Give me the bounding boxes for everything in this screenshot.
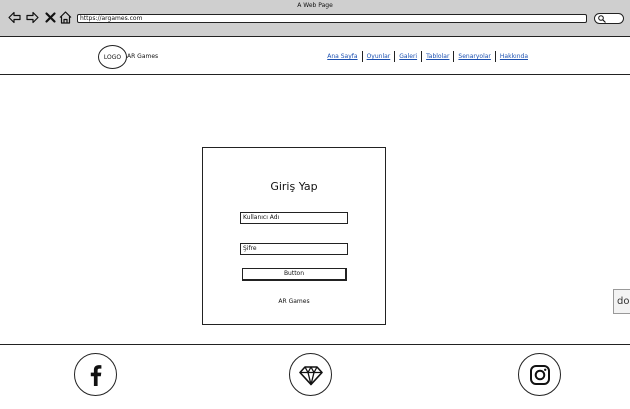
instagram-icon	[529, 364, 550, 385]
login-title: Giriş Yap	[270, 180, 318, 193]
menu-item-oyunlar[interactable]: Oyunlar	[363, 51, 395, 62]
brand-name: AR Games	[127, 53, 159, 60]
site-header: LOGO AR Games Ana Sayfa Oyunlar Galeri T…	[0, 37, 630, 75]
browser-search-box[interactable]	[594, 13, 624, 24]
instagram-link[interactable]	[518, 353, 561, 396]
diamond-link[interactable]	[289, 353, 332, 396]
menu-item-tablolar[interactable]: Tablolar	[422, 51, 453, 62]
close-icon[interactable]	[44, 11, 57, 24]
menu-item-galeri[interactable]: Galeri	[395, 51, 421, 62]
url-input[interactable]: https://argames.com	[77, 14, 587, 23]
forward-arrow-icon[interactable]	[26, 11, 39, 24]
search-icon	[598, 15, 606, 23]
menu-item-hakkinda[interactable]: Hakkında	[496, 51, 532, 62]
menu-item-ana-sayfa[interactable]: Ana Sayfa	[323, 51, 361, 62]
main-content: Giriş Yap Kullanıcı Adı Şifre Button AR …	[0, 75, 630, 345]
facebook-icon	[90, 364, 101, 386]
main-menu: Ana Sayfa Oyunlar Galeri Tablolar Senary…	[323, 51, 532, 62]
menu-item-senaryolar[interactable]: Senaryolar	[454, 51, 494, 62]
browser-chrome: A Web Page https://argames.com	[0, 0, 630, 37]
home-icon[interactable]	[59, 11, 72, 24]
facebook-link[interactable]	[74, 353, 117, 396]
login-card: Giriş Yap Kullanıcı Adı Şifre Button AR …	[202, 147, 386, 325]
password-field[interactable]: Şifre	[240, 243, 348, 255]
username-field[interactable]: Kullanıcı Adı	[240, 212, 348, 224]
back-arrow-icon[interactable]	[8, 11, 21, 24]
login-button[interactable]: Button	[242, 268, 347, 281]
card-brand-name: AR Games	[278, 298, 310, 305]
diamond-icon	[298, 365, 323, 385]
side-tab[interactable]: do	[613, 289, 630, 314]
window-title: A Web Page	[297, 2, 333, 9]
site-footer	[0, 346, 630, 409]
logo-text: LOGO	[103, 53, 122, 61]
logo[interactable]: LOGO	[98, 45, 127, 69]
